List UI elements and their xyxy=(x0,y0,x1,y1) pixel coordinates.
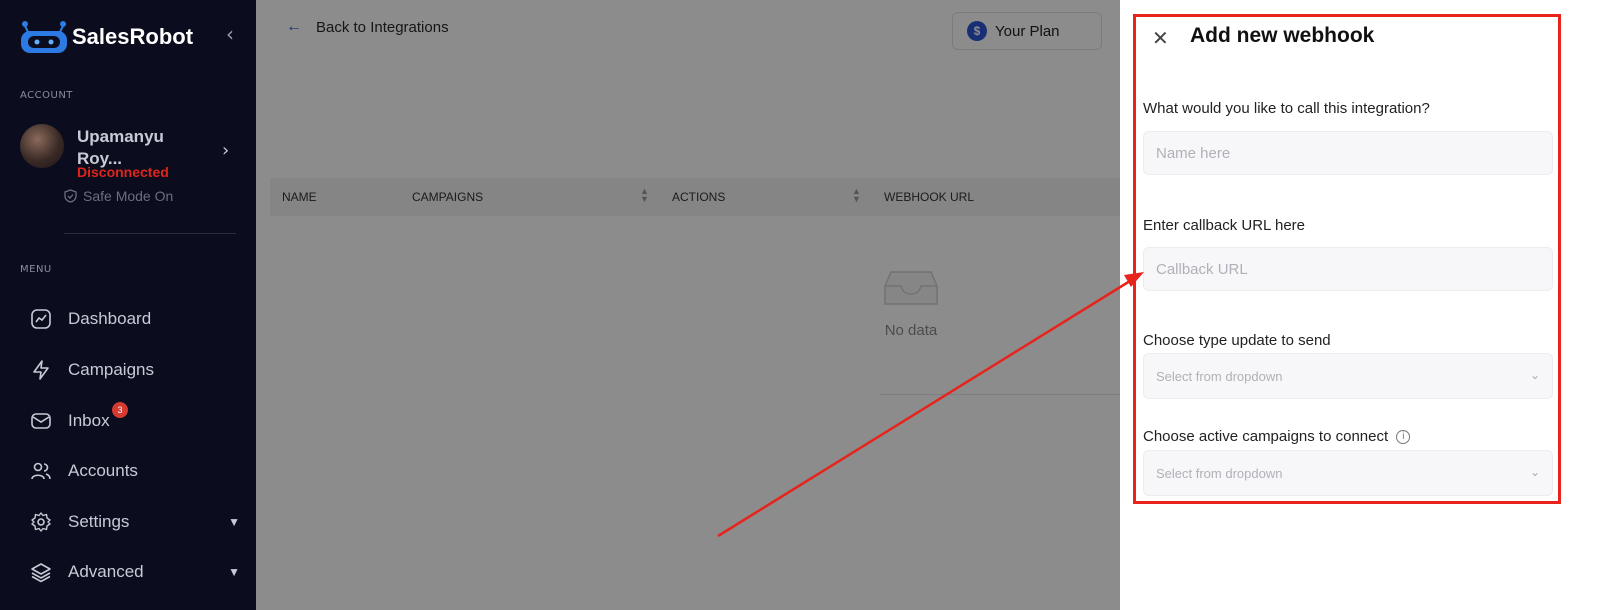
integration-name-input[interactable]: Name here xyxy=(1143,131,1553,175)
lightning-icon xyxy=(30,359,52,381)
integration-name-label: What would you like to call this integra… xyxy=(1143,100,1430,117)
nav-label-accounts: Accounts xyxy=(68,461,138,480)
account-section-label: ACCOUNT xyxy=(20,90,73,101)
chevron-down-icon: ⌄ xyxy=(1529,368,1540,382)
dashboard-icon xyxy=(30,308,52,330)
campaigns-label-text: Choose active campaigns to connect xyxy=(1143,428,1389,445)
shield-icon xyxy=(64,189,77,203)
caret-down-icon: ▼ xyxy=(228,515,240,529)
nav-item-inbox[interactable]: Inbox 3 xyxy=(30,402,240,432)
layers-icon xyxy=(30,561,52,583)
caret-down-icon: ▼ xyxy=(228,565,240,579)
update-type-label: Choose type update to send xyxy=(1143,332,1331,349)
nav-label-advanced: Advanced xyxy=(68,562,144,581)
chevron-down-icon: ⌄ xyxy=(1529,465,1540,479)
callback-url-input[interactable]: Callback URL xyxy=(1143,247,1553,291)
brand-name: SalesRobot xyxy=(72,24,194,49)
gear-icon xyxy=(30,511,52,533)
url-placeholder: Callback URL xyxy=(1156,260,1248,278)
safe-mode-label: Safe Mode On xyxy=(83,188,174,204)
update-type-select[interactable]: Select from dropdown ⌄ xyxy=(1143,353,1553,399)
brand-logo[interactable]: SalesRobot xyxy=(18,20,193,54)
menu-section-label: MENU xyxy=(20,264,52,275)
campaigns-placeholder: Select from dropdown xyxy=(1156,465,1283,481)
divider xyxy=(64,233,236,234)
nav-label-settings: Settings xyxy=(68,512,130,531)
drawer-title: Add new webhook xyxy=(1190,24,1375,47)
campaigns-select[interactable]: Select from dropdown ⌄ xyxy=(1143,450,1553,496)
nav-item-accounts[interactable]: Accounts xyxy=(30,460,240,482)
type-placeholder: Select from dropdown xyxy=(1156,368,1283,384)
nav-label-campaigns: Campaigns xyxy=(68,360,154,379)
close-icon[interactable]: ✕ xyxy=(1152,26,1169,50)
users-icon xyxy=(30,460,52,482)
collapse-sidebar-icon[interactable]: ‹ xyxy=(226,22,234,46)
chevron-right-icon[interactable]: › xyxy=(222,140,229,161)
connection-status: Disconnected xyxy=(77,164,169,180)
user-name-line1: Upamanyu xyxy=(77,127,164,146)
modal-backdrop[interactable] xyxy=(256,0,1120,610)
unread-badge: 3 xyxy=(112,402,128,418)
robot-logo-icon xyxy=(18,20,70,54)
nav-label-dashboard: Dashboard xyxy=(68,309,152,328)
inbox-icon xyxy=(30,410,52,432)
nav-item-settings[interactable]: Settings ▼ xyxy=(30,511,240,533)
nav-item-advanced[interactable]: Advanced ▼ xyxy=(30,561,240,583)
callback-url-label: Enter callback URL here xyxy=(1143,217,1306,234)
nav-item-dashboard[interactable]: Dashboard xyxy=(30,308,240,330)
nav-label-inbox: Inbox xyxy=(68,411,110,430)
info-icon[interactable]: i xyxy=(1396,430,1411,445)
name-placeholder: Name here xyxy=(1156,144,1231,162)
sidebar: SalesRobot ‹ ACCOUNT Upamanyu Roy... Dis… xyxy=(0,0,256,610)
safe-mode-indicator: Safe Mode On xyxy=(64,188,173,204)
avatar[interactable] xyxy=(20,124,64,168)
nav-item-campaigns[interactable]: Campaigns xyxy=(30,359,240,381)
campaigns-label: Choose active campaigns to connect i xyxy=(1143,428,1411,445)
